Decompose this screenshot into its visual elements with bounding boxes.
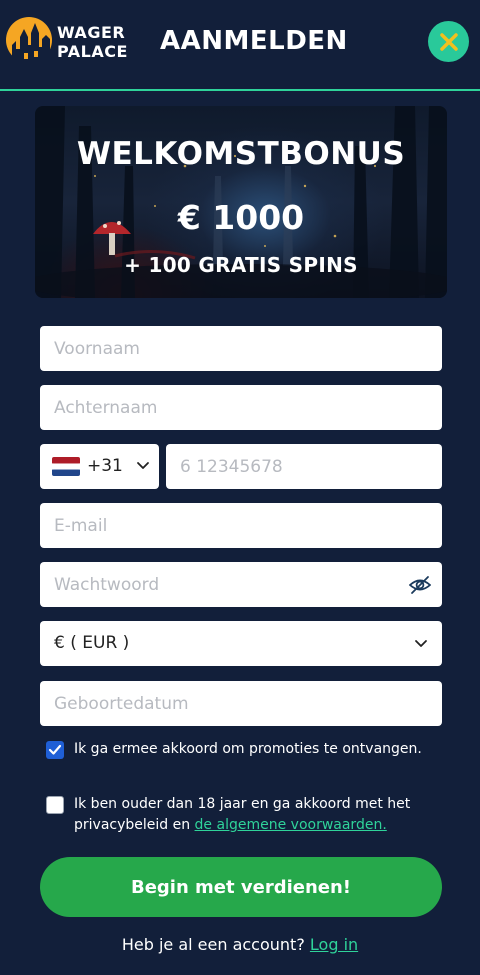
eye-slash-icon[interactable]: [409, 575, 431, 595]
brand-line-1: WAGER: [57, 23, 126, 42]
castle-logo-icon: [6, 17, 52, 65]
last-name-input[interactable]: [40, 385, 442, 430]
close-icon: [439, 32, 458, 51]
chevron-down-icon: [415, 640, 427, 647]
currency-select[interactable]: € ( EUR ): [40, 621, 442, 666]
promotions-label: Ik ga ermee akkoord om promoties te ontv…: [74, 741, 422, 757]
banner-title: WELKOMSTBONUS: [76, 136, 406, 172]
promotions-checkbox[interactable]: [46, 741, 64, 759]
brand-logo[interactable]: WAGER PALACE: [6, 15, 127, 71]
login-prompt: Heb je al een account? Log in: [0, 935, 480, 954]
terms-checkbox[interactable]: [46, 796, 64, 814]
chevron-down-icon: [137, 462, 149, 469]
email-input[interactable]: [40, 503, 442, 548]
country-code-value: +31: [87, 456, 123, 476]
bonus-amount: € 1000: [177, 198, 305, 237]
phone-input[interactable]: [166, 444, 442, 489]
submit-button[interactable]: Begin met verdienen!: [40, 857, 442, 917]
country-code-select[interactable]: +31: [40, 444, 159, 489]
login-link[interactable]: Log in: [310, 935, 358, 954]
last-name-field: [40, 385, 442, 430]
first-name-field: [40, 326, 442, 371]
header: WAGER PALACE AANMELDEN: [0, 0, 480, 91]
phone-field: [166, 444, 442, 489]
password-input[interactable]: [40, 562, 442, 607]
password-field: [40, 562, 442, 607]
email-field: [40, 503, 442, 548]
welcome-bonus-banner: WELKOMSTBONUS € 1000 + 100 GRATIS SPINS: [35, 106, 447, 298]
close-button[interactable]: [428, 21, 469, 62]
currency-value: € ( EUR ): [54, 633, 130, 653]
birthdate-input[interactable]: [40, 681, 442, 726]
terms-label: Ik ben ouder dan 18 jaar en ga akkoord m…: [74, 794, 444, 836]
login-prompt-text: Heb je al een account?: [121, 935, 305, 954]
free-spins-text: + 100 GRATIS SPINS: [124, 253, 358, 277]
birthdate-field: [40, 681, 442, 726]
brand-name: WAGER PALACE: [57, 23, 128, 61]
page-title: AANMELDEN: [160, 26, 348, 56]
brand-line-2: PALACE: [57, 42, 128, 61]
first-name-input[interactable]: [40, 326, 442, 371]
terms-link[interactable]: de algemene voorwaarden.: [195, 817, 387, 833]
check-icon: [48, 744, 62, 755]
netherlands-flag-icon: [52, 457, 80, 476]
